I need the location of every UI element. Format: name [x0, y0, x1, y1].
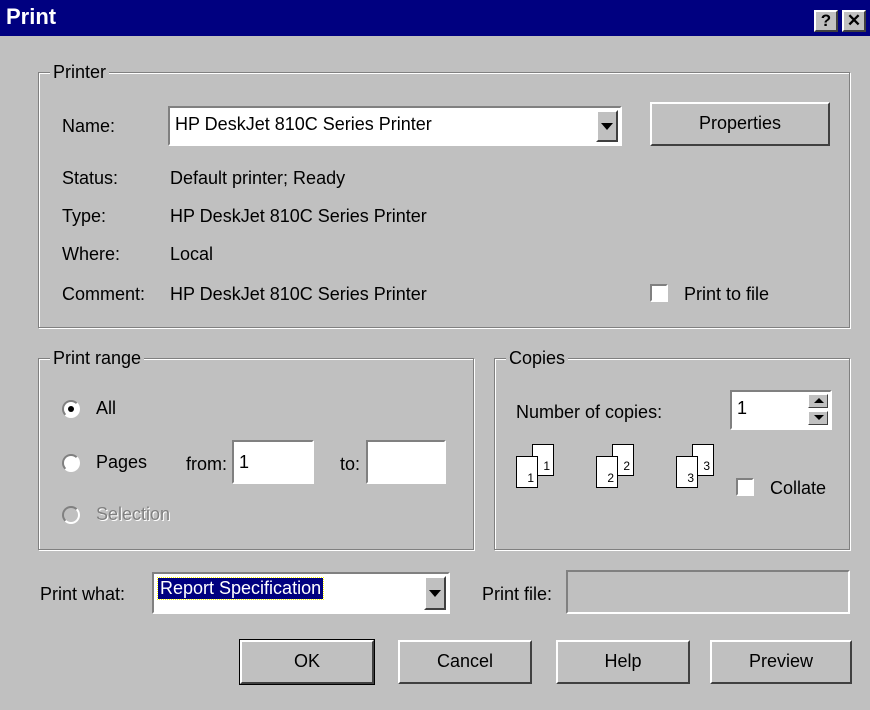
copies-spinner[interactable]: 1 — [730, 390, 832, 430]
type-label: Type: — [62, 206, 107, 226]
copies-group-label: Copies — [506, 348, 569, 369]
from-value: 1 — [239, 452, 250, 472]
print-to-file-checkbox[interactable] — [650, 284, 668, 302]
printer-dropdown-button[interactable] — [596, 110, 618, 142]
type-value: HP DeskJet 810C Series Printer — [170, 206, 427, 226]
all-label[interactable]: All — [96, 398, 116, 419]
preview-button[interactable]: Preview — [710, 640, 852, 684]
all-radio[interactable] — [62, 400, 80, 418]
help-title-button[interactable]: ? — [814, 10, 838, 32]
print-what-label: Print what: — [40, 584, 126, 604]
to-label: to: — [340, 454, 361, 474]
printer-name-value: HP DeskJet 810C Series Printer — [175, 114, 432, 134]
help-button[interactable]: Help — [556, 640, 690, 684]
print-what-value: Report Specification — [156, 577, 325, 600]
print-file-input[interactable] — [566, 570, 850, 614]
ok-button[interactable]: OK — [239, 639, 375, 685]
copies-up-button[interactable] — [808, 394, 828, 408]
status-value: Default printer; Ready — [170, 168, 346, 188]
number-of-copies-label: Number of copies: — [516, 402, 663, 422]
from-input[interactable]: 1 — [232, 440, 314, 484]
copies-down-button[interactable] — [808, 411, 828, 425]
print-file-label: Print file: — [482, 584, 553, 604]
collate-checkbox[interactable] — [736, 478, 754, 496]
page-icon: 3 — [676, 456, 698, 488]
where-value: Local — [170, 244, 214, 264]
print-dialog: Print ? ✕ Printer Name: HP DeskJet 810C … — [0, 0, 870, 710]
cancel-button[interactable]: Cancel — [398, 640, 532, 684]
properties-button[interactable]: Properties — [650, 102, 830, 146]
copies-value: 1 — [737, 398, 748, 418]
page-icon: 2 — [596, 456, 618, 488]
pages-radio[interactable] — [62, 454, 80, 472]
collate-label[interactable]: Collate — [770, 478, 826, 499]
copies-spin-buttons — [808, 394, 828, 426]
print-range-group-label: Print range — [50, 348, 145, 369]
selection-label[interactable]: Selection — [96, 504, 170, 525]
status-label: Status: — [62, 168, 119, 188]
to-input[interactable] — [366, 440, 446, 484]
print-what-dropdown-button[interactable] — [424, 576, 446, 610]
from-label: from: — [186, 454, 228, 474]
selection-radio[interactable] — [62, 506, 80, 524]
radio-dot-icon — [68, 406, 74, 412]
dialog-title: Print — [6, 4, 57, 29]
question-icon: ? — [820, 11, 832, 30]
name-label: Name: — [62, 116, 116, 136]
title-bar: Print ? ✕ — [0, 0, 870, 36]
close-icon: ✕ — [846, 11, 862, 30]
close-button[interactable]: ✕ — [842, 10, 866, 32]
printer-name-dropdown[interactable]: HP DeskJet 810C Series Printer — [168, 106, 622, 146]
page-icon: 1 — [516, 456, 538, 488]
print-what-dropdown[interactable]: Report Specification — [152, 572, 450, 614]
print-to-file-label[interactable]: Print to file — [684, 284, 769, 305]
chevron-down-icon — [601, 123, 613, 130]
comment-value: HP DeskJet 810C Series Printer — [170, 284, 427, 304]
pages-label[interactable]: Pages — [96, 452, 147, 473]
printer-group-label: Printer — [50, 62, 110, 83]
where-label: Where: — [62, 244, 121, 264]
arrow-down-icon — [814, 415, 824, 420]
comment-label: Comment: — [62, 284, 146, 304]
arrow-up-icon — [814, 398, 824, 403]
chevron-down-icon — [429, 590, 441, 597]
